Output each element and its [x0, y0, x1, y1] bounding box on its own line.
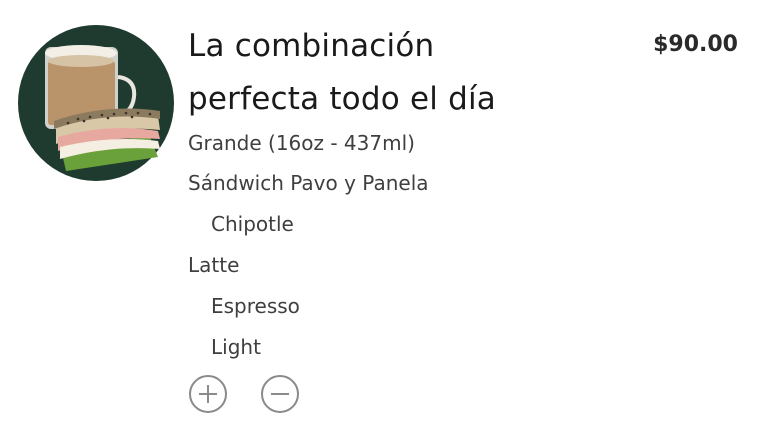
option-drink: Latte [188, 253, 240, 277]
product-image [18, 25, 174, 181]
product-title-line-2: perfecta todo el día [188, 81, 496, 117]
decrease-quantity-button[interactable] [260, 374, 300, 414]
option-drink-milk: Light [211, 335, 261, 359]
plus-circle-icon [189, 375, 227, 413]
option-sandwich-sauce: Chipotle [211, 212, 294, 236]
minus-circle-icon [261, 375, 299, 413]
product-title-line-1: La combinación [188, 28, 435, 64]
option-drink-shot: Espresso [211, 294, 300, 318]
option-size: Grande (16oz - 437ml) [188, 131, 415, 155]
product-title: La combinación perfecta todo el día [188, 20, 608, 126]
increase-quantity-button[interactable] [188, 374, 228, 414]
option-sandwich: Sándwich Pavo y Panela [188, 171, 429, 195]
product-price: $90.00 [653, 32, 738, 57]
